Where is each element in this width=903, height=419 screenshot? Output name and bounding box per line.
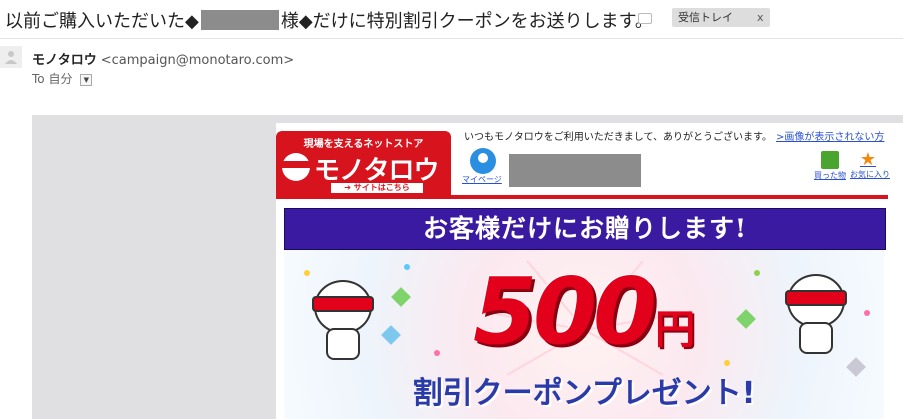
discount-amount: 500 <box>472 258 657 365</box>
subject-prefix: 以前ご購入いただいた◆ <box>5 11 199 32</box>
subject-suffix: 様◆だけに特別割引クーポンをお送りします。 <box>280 11 653 32</box>
sender-avatar <box>0 46 22 68</box>
mypage-label: マイページ <box>462 175 502 184</box>
redacted-customer-name <box>509 154 641 187</box>
recipient-line: To 自分 ▼ <box>32 70 93 87</box>
coupon-present-text: 割引クーポンプレゼント! <box>412 376 756 411</box>
discount-unit: 円 <box>655 307 696 353</box>
monotaro-logo[interactable]: 現場を支えるネットストア モノタロウ ➔ サイトはこちら <box>276 131 451 195</box>
exclusive-banner: お客様だけにお贈りします! <box>284 208 886 250</box>
shopping-bag-icon <box>821 151 839 169</box>
confetti <box>754 270 760 276</box>
confetti <box>434 350 440 356</box>
confetti <box>404 264 410 270</box>
site-link[interactable]: ➔ サイトはこちら <box>331 183 423 193</box>
gem-decoration <box>391 287 411 307</box>
logo-mascot-icon <box>281 153 311 181</box>
inbox-label-text: 受信トレイ <box>678 11 733 24</box>
favorites-label: お気に入り <box>850 170 890 179</box>
greeting-text: いつもモノタロウをご利用いただきまして、ありがとうございます。 <box>464 132 772 143</box>
confetti <box>724 360 730 366</box>
recipient-name: 自分 <box>48 72 73 86</box>
discount-price: 500円 <box>454 258 714 365</box>
person-icon <box>5 51 17 64</box>
remove-label-button[interactable]: x <box>757 11 764 24</box>
bought-items-link[interactable]: 買った物 <box>812 151 848 181</box>
sender-email: <campaign@monotaro.com> <box>100 53 295 68</box>
bought-label: 買った物 <box>814 171 846 180</box>
subject-row: 以前ご購入いただいた◆ 様◆だけに特別割引クーポンをお送りします。 受信トレイ x <box>0 0 903 38</box>
image-not-shown-link[interactable]: >画像が表示されない方 <box>776 132 884 143</box>
details-dropdown-icon[interactable]: ▼ <box>80 73 93 86</box>
favorites-link[interactable]: ★ お気に入り <box>850 149 890 180</box>
logo-name: モノタロウ <box>314 156 439 186</box>
recipient-prefix: To <box>32 72 45 86</box>
sender-name[interactable]: モノタロウ <box>32 53 97 68</box>
logo-tagline: 現場を支えるネットストア <box>303 139 424 150</box>
label-icon[interactable] <box>638 13 652 24</box>
mascot-right <box>779 264 849 354</box>
mascot-left <box>306 270 376 360</box>
gem-decoration <box>736 309 756 329</box>
confetti <box>864 310 870 316</box>
email-content: 現場を支えるネットストア モノタロウ ➔ サイトはこちら いつもモノタロウをご利… <box>276 123 903 419</box>
sender-line: モノタロウ <campaign@monotaro.com> <box>32 49 294 68</box>
star-icon: ★ <box>859 149 877 170</box>
email-subject: 以前ご購入いただいた◆ 様◆だけに特別割引クーポンをお送りします。 <box>5 7 653 33</box>
gem-decoration <box>381 325 401 345</box>
inbox-label-tag[interactable]: 受信トレイ x <box>672 8 770 27</box>
redacted-name <box>200 10 279 30</box>
user-icon <box>470 148 496 174</box>
coupon-hero-image[interactable]: 500円 割引クーポンプレゼント! <box>284 250 884 419</box>
greeting-line: いつもモノタロウをご利用いただきまして、ありがとうございます。 >画像が表示されな… <box>464 128 884 143</box>
divider <box>0 38 903 39</box>
header-red-bar <box>276 195 888 199</box>
mypage-link[interactable]: マイページ <box>462 148 502 185</box>
